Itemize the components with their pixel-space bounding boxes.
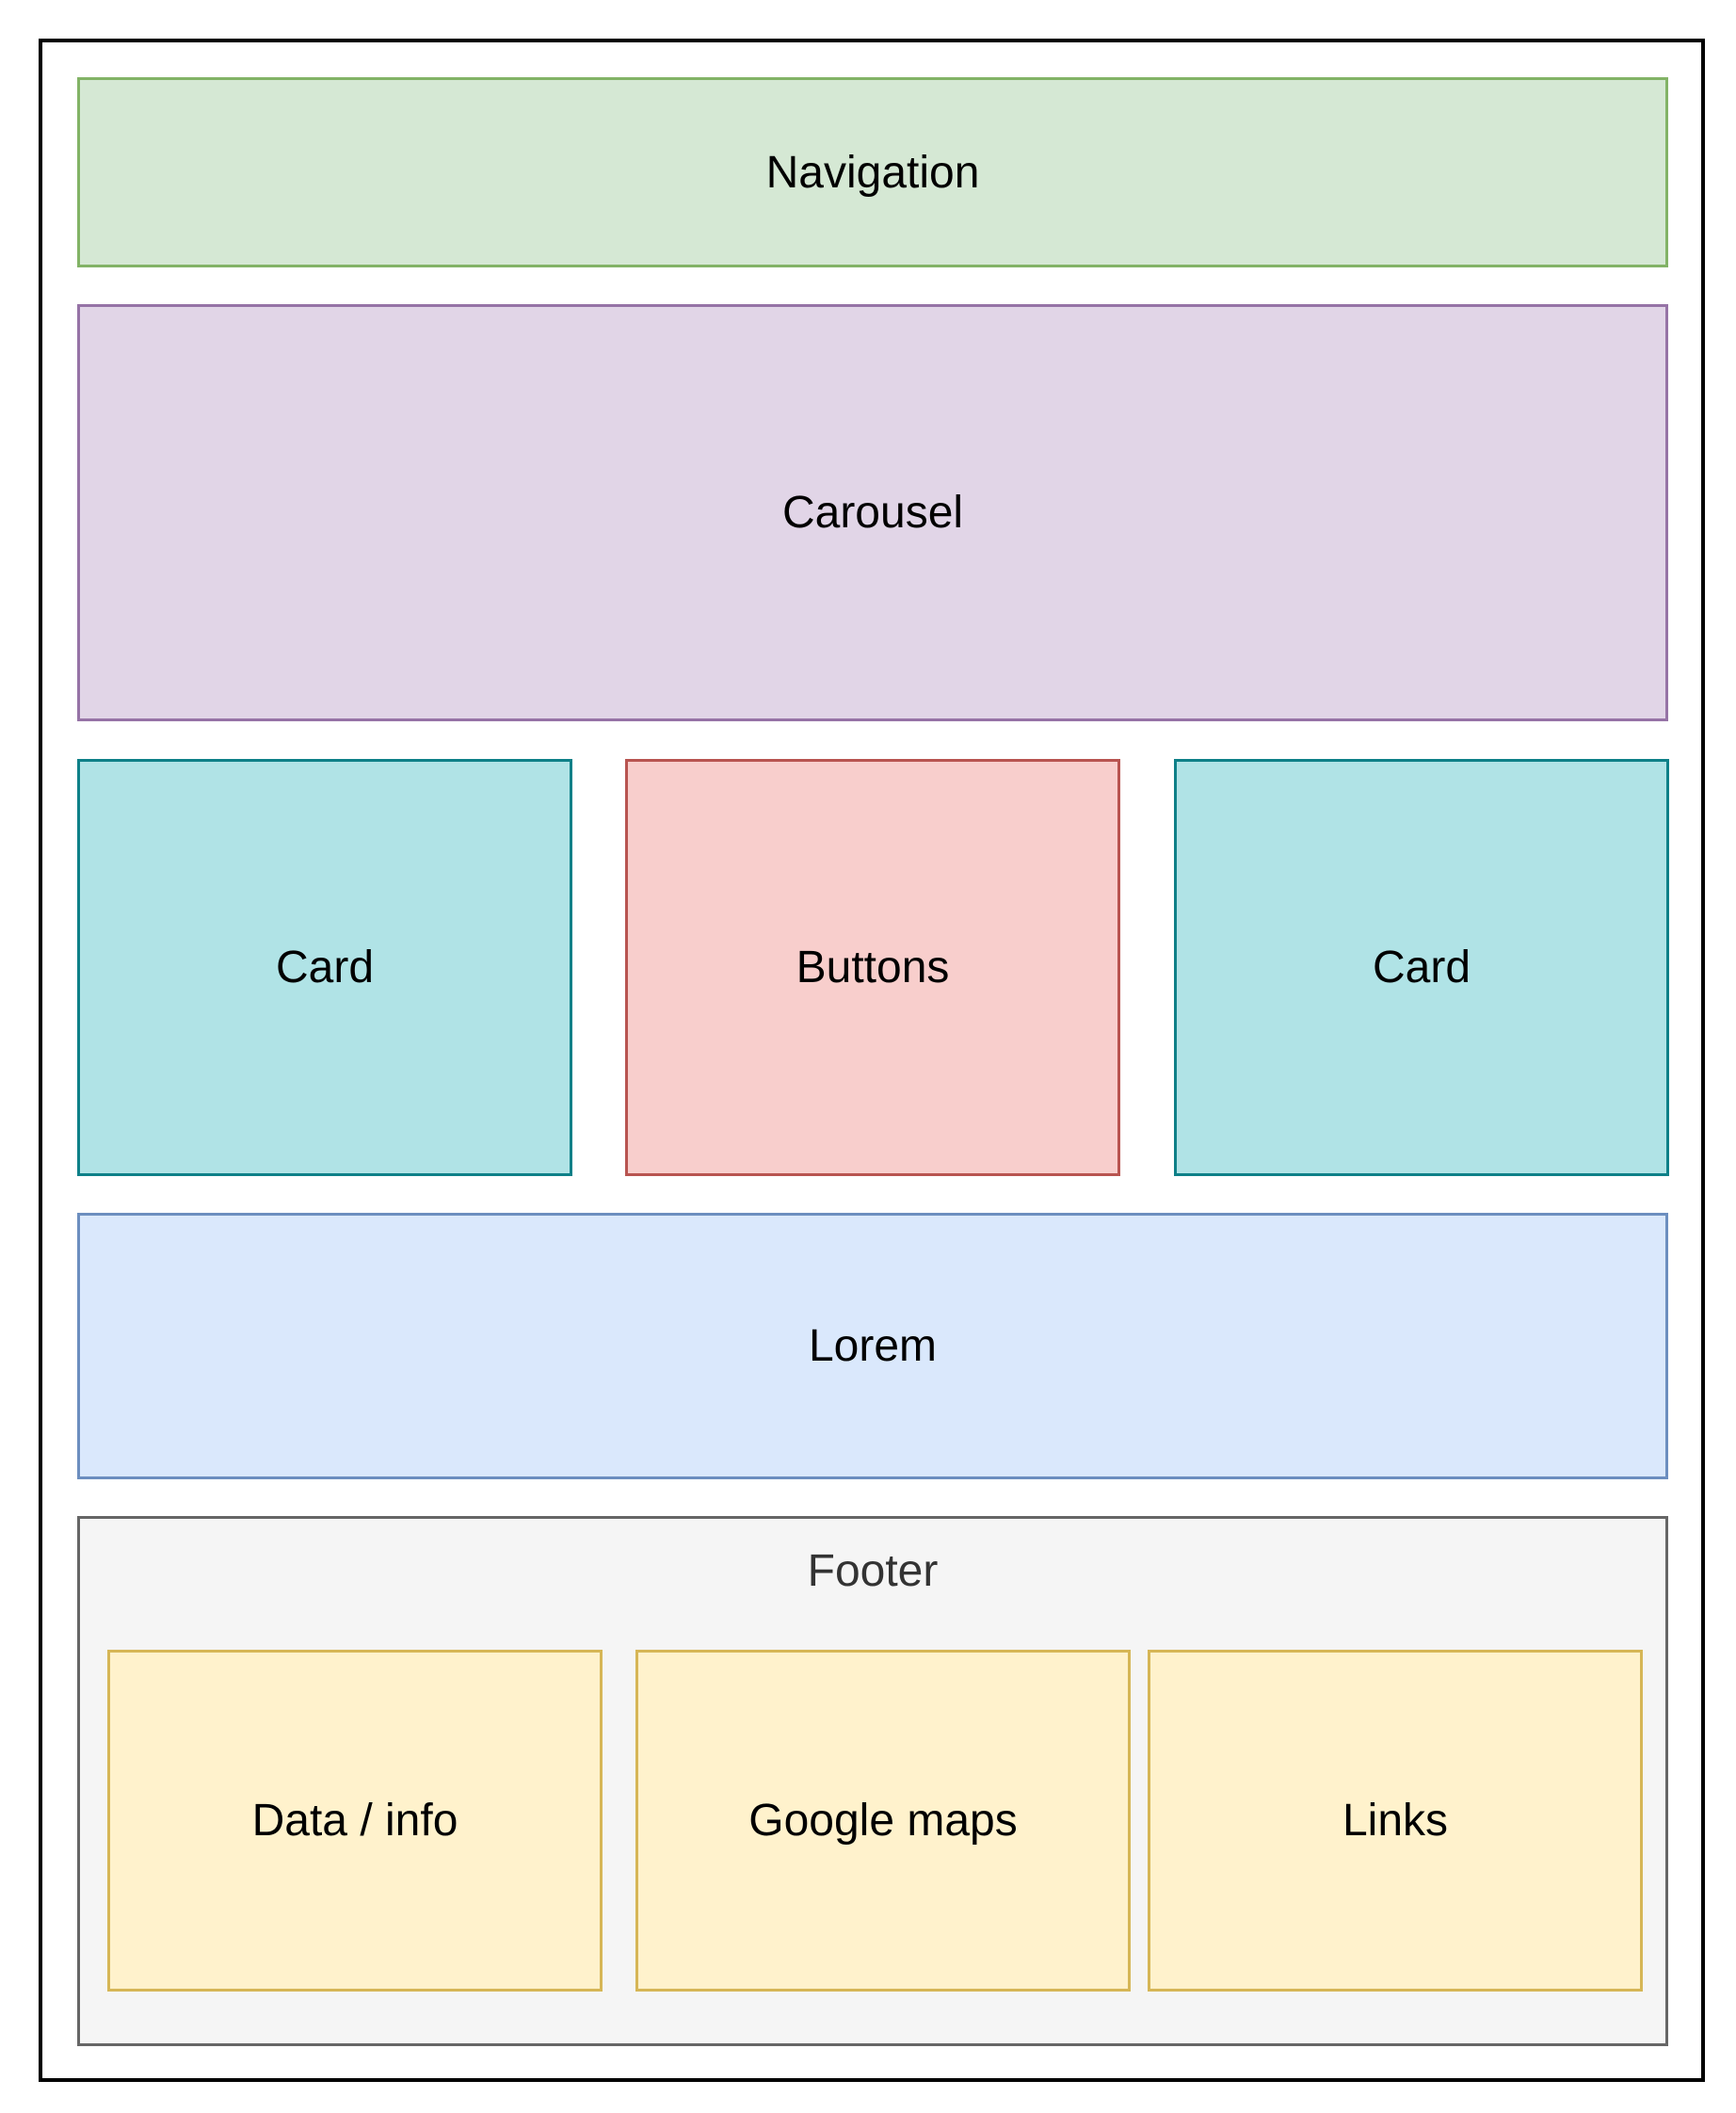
buttons-label: Buttons: [796, 943, 950, 992]
card-right-label: Card: [1372, 943, 1471, 992]
footer-item-google-maps: Google maps: [635, 1650, 1131, 1992]
carousel-label: Carousel: [781, 488, 964, 538]
footer-item-label: Google maps: [748, 1796, 1018, 1846]
buttons-block: Buttons: [625, 759, 1120, 1176]
navigation-label: Navigation: [765, 147, 980, 198]
footer-item-label: Links: [1342, 1796, 1449, 1846]
footer-block: Footer Data / info Google maps Links: [77, 1516, 1668, 2046]
card-right-block: Card: [1174, 759, 1669, 1176]
card-left-block: Card: [77, 759, 572, 1176]
footer-item-links: Links: [1148, 1650, 1643, 1992]
footer-item-data-info: Data / info: [107, 1650, 603, 1992]
carousel-block: Carousel: [77, 304, 1668, 721]
navigation-block: Navigation: [77, 77, 1668, 267]
lorem-block: Lorem: [77, 1213, 1668, 1479]
footer-title: Footer: [807, 1546, 939, 1596]
lorem-label: Lorem: [808, 1321, 938, 1371]
card-left-label: Card: [275, 943, 375, 992]
footer-item-label: Data / info: [251, 1796, 458, 1846]
